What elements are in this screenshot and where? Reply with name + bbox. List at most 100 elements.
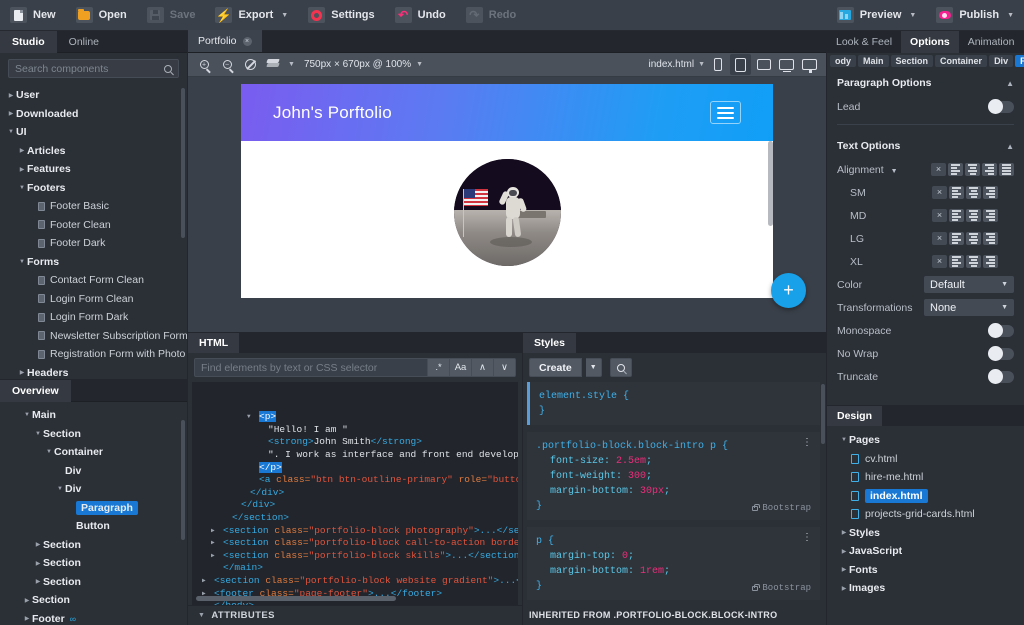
chevron-down-icon[interactable]: ▼ bbox=[891, 168, 898, 175]
breadcrumb-item-main[interactable]: Main bbox=[858, 55, 889, 67]
tab-studio[interactable]: Studio bbox=[0, 31, 57, 53]
tree-item-registration-form-with-photo[interactable]: Registration Form with Photo bbox=[0, 345, 187, 364]
new-button[interactable]: New bbox=[0, 0, 66, 31]
chevron-down-icon[interactable]: ▼ bbox=[17, 259, 27, 265]
chevron-right-icon[interactable]: ▶ bbox=[211, 537, 215, 550]
design-file-cv-html[interactable]: cv.html bbox=[827, 450, 1024, 469]
chevron-right-icon[interactable]: ▶ bbox=[17, 369, 27, 376]
style-rule[interactable]: p {margin-top: 0;margin-bottom: 1rem;}⋮B… bbox=[527, 527, 820, 600]
code-line[interactable]: <strong>John Smith</strong> bbox=[192, 436, 518, 449]
overview-node-main[interactable]: ▼Main bbox=[0, 406, 187, 425]
chevron-down-icon[interactable]: ▼ bbox=[55, 486, 65, 492]
chevron-right-icon[interactable]: ▶ bbox=[211, 550, 215, 563]
breadcrumb-item-ody[interactable]: ody bbox=[830, 55, 856, 67]
tree-group-footers[interactable]: ▼Footers bbox=[0, 179, 187, 198]
tree-group-headers[interactable]: ▶Headers bbox=[0, 364, 187, 380]
chevron-right-icon[interactable]: ▶ bbox=[22, 615, 32, 622]
chevron-right-icon[interactable]: ▶ bbox=[33, 541, 43, 548]
tree-group-articles[interactable]: ▶Articles bbox=[0, 142, 187, 161]
code-line[interactable]: "Hello! I am " bbox=[192, 424, 518, 437]
align-justify-button[interactable] bbox=[999, 163, 1014, 176]
canvas-viewport[interactable]: John's Porftolio bbox=[188, 77, 826, 332]
undo-button[interactable]: ↶ Undo bbox=[385, 0, 456, 31]
overview-node-div[interactable]: ▼Div bbox=[0, 480, 187, 499]
design-group-pages[interactable]: ▼Pages bbox=[827, 431, 1024, 450]
align-right-button-lg[interactable] bbox=[983, 232, 998, 245]
code-line[interactable]: <a class="btn btn-outline-primary" role=… bbox=[192, 474, 518, 487]
html-find-input[interactable] bbox=[194, 358, 428, 377]
chevron-right-icon[interactable]: ▶ bbox=[22, 597, 32, 604]
code-line[interactable]: ▶<section class="portfolio-block skills"… bbox=[192, 550, 518, 563]
color-select[interactable]: Default ▼ bbox=[924, 276, 1014, 293]
chevron-right-icon[interactable]: ▶ bbox=[17, 166, 27, 173]
tab-overview[interactable]: Overview bbox=[0, 380, 71, 402]
align-center-button-sm[interactable] bbox=[966, 186, 981, 199]
chevron-down-icon[interactable]: ▼ bbox=[247, 411, 251, 424]
monospace-toggle[interactable] bbox=[988, 325, 1014, 337]
device-small-desktop-button[interactable] bbox=[753, 54, 774, 75]
breadcrumb-item-container[interactable]: Container bbox=[935, 55, 987, 67]
match-case-button[interactable]: Aa bbox=[450, 358, 472, 377]
chevron-down-icon[interactable]: ▼ bbox=[288, 61, 295, 68]
attributes-bar[interactable]: ▼ ATTRIBUTES bbox=[188, 605, 522, 625]
breadcrumb-item-div[interactable]: Div bbox=[989, 55, 1013, 67]
align-left-button-md[interactable] bbox=[949, 209, 964, 222]
tree-item-contact-form-clean[interactable]: Contact Form Clean bbox=[0, 271, 187, 290]
chevron-right-icon[interactable]: ▶ bbox=[33, 578, 43, 585]
page-scrollbar[interactable] bbox=[768, 141, 773, 226]
layers-icon[interactable] bbox=[263, 55, 283, 75]
styles-rules-list[interactable]: element.style {}.portfolio-block.block-i… bbox=[523, 382, 826, 625]
overview-node-section[interactable]: ▶Section bbox=[0, 591, 187, 610]
regex-toggle-button[interactable]: .* bbox=[428, 358, 450, 377]
zoom-out-icon[interactable]: − bbox=[217, 55, 237, 75]
tab-design[interactable]: Design bbox=[827, 406, 882, 426]
document-tab-portfolio[interactable]: Portfolio × bbox=[188, 30, 262, 52]
chevron-right-icon[interactable]: ▶ bbox=[839, 585, 849, 592]
tree-group-user[interactable]: ▶User bbox=[0, 86, 187, 105]
publish-button[interactable]: Publish ▼ bbox=[926, 0, 1024, 31]
close-icon[interactable]: × bbox=[243, 37, 252, 46]
chevron-up-icon[interactable]: ▲ bbox=[1006, 142, 1014, 151]
align-none-button-md[interactable]: × bbox=[932, 209, 947, 222]
align-left-button-lg[interactable] bbox=[949, 232, 964, 245]
preview-button[interactable]: Preview ▼ bbox=[827, 0, 927, 31]
nowrap-toggle[interactable] bbox=[988, 348, 1014, 360]
design-group-styles[interactable]: ▶Styles bbox=[827, 524, 1024, 543]
next-match-button[interactable]: ∨ bbox=[494, 358, 516, 377]
chevron-down-icon[interactable]: ▼ bbox=[33, 431, 43, 437]
rule-menu-icon[interactable]: ⋮ bbox=[802, 534, 812, 544]
chevron-down-icon[interactable]: ▼ bbox=[6, 129, 16, 135]
search-icon[interactable] bbox=[164, 65, 172, 73]
paragraph-options-header[interactable]: Paragraph Options ▲ bbox=[827, 68, 1024, 95]
overview-scrollbar[interactable] bbox=[181, 420, 185, 540]
code-line[interactable]: ▶<section class="portfolio-block website… bbox=[192, 575, 518, 588]
breadcrumb-item-section[interactable]: Section bbox=[891, 55, 934, 67]
align-left-button[interactable] bbox=[948, 163, 963, 176]
chevron-down-icon[interactable]: ▼ bbox=[44, 449, 54, 455]
search-input[interactable] bbox=[15, 63, 164, 75]
tree-group-ui[interactable]: ▼UI bbox=[0, 123, 187, 142]
design-tree[interactable]: ▼Pagescv.htmlhire-me.htmlindex.htmlproje… bbox=[827, 426, 1024, 625]
text-options-header[interactable]: Text Options ▲ bbox=[827, 131, 1024, 158]
design-group-javascript[interactable]: ▶JavaScript bbox=[827, 542, 1024, 561]
tab-styles[interactable]: Styles bbox=[523, 333, 576, 353]
align-center-button-md[interactable] bbox=[966, 209, 981, 222]
chevron-right-icon[interactable]: ▶ bbox=[6, 92, 16, 99]
align-right-button-md[interactable] bbox=[983, 209, 998, 222]
style-declaration[interactable]: font-weight: 300; bbox=[536, 469, 811, 484]
design-file-hire-me-html[interactable]: hire-me.html bbox=[827, 468, 1024, 487]
chevron-right-icon[interactable]: ▶ bbox=[17, 147, 27, 154]
align-right-button-xl[interactable] bbox=[983, 255, 998, 268]
align-center-button-xl[interactable] bbox=[966, 255, 981, 268]
overview-node-section[interactable]: ▶Section bbox=[0, 536, 187, 555]
avatar[interactable] bbox=[454, 159, 561, 266]
style-declaration[interactable]: margin-top: 0; bbox=[536, 549, 811, 564]
design-group-images[interactable]: ▶Images bbox=[827, 579, 1024, 598]
chevron-down-icon[interactable]: ▼ bbox=[586, 358, 602, 377]
align-none-button-lg[interactable]: × bbox=[932, 232, 947, 245]
zoom-in-icon[interactable]: + bbox=[194, 55, 214, 75]
chevron-down-icon[interactable]: ▼ bbox=[17, 185, 27, 191]
chevron-right-icon[interactable]: ▶ bbox=[33, 560, 43, 567]
overview-node-section[interactable]: ▶Section bbox=[0, 554, 187, 573]
align-right-button[interactable] bbox=[982, 163, 997, 176]
